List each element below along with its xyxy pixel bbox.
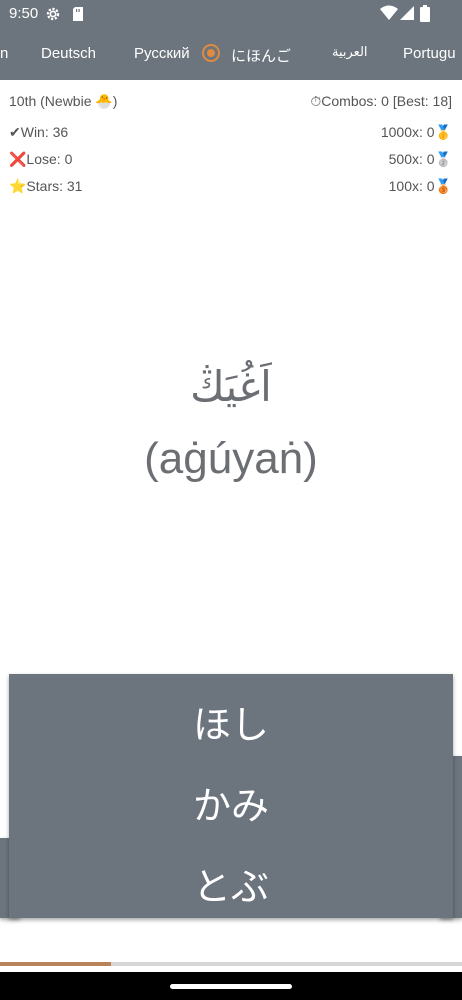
lose-count: ❌Lose: 0	[9, 151, 73, 167]
signal-icon	[400, 5, 415, 25]
stars-count: ⭐Stars: 31	[9, 178, 83, 194]
sd-card-icon	[72, 6, 84, 26]
status-bar: 9:50	[0, 0, 462, 28]
answer-card: ほし かみ とぶ	[9, 674, 453, 918]
system-nav-bar	[0, 972, 462, 1000]
status-time: 9:50	[9, 5, 39, 22]
tab-portuguese[interactable]: Portugu	[403, 45, 456, 62]
tab-russian[interactable]: Русский	[134, 45, 190, 62]
answer-option-3[interactable]: とぶ	[9, 856, 453, 911]
medal-gold-count: 1000x: 0🥇	[380, 124, 452, 140]
progress-bar	[0, 962, 462, 966]
wifi-icon	[380, 5, 398, 25]
tab-partial-left[interactable]: n	[0, 45, 8, 62]
question-word-arabic: اَغُيَڭ	[190, 362, 272, 411]
answer-option-1[interactable]: ほし	[9, 694, 453, 749]
medal-bronze-count: 100x: 0🥉	[388, 178, 452, 194]
medal-silver-count: 500x: 0🥈	[388, 151, 452, 167]
tab-arabic[interactable]: العربية	[332, 44, 368, 60]
rank-label: 10th (Newbie 🐣)	[9, 93, 118, 109]
question-transliteration: (aġúyaṅ)	[144, 434, 318, 483]
win-count: ✔Win: 36	[9, 124, 69, 140]
tab-japanese[interactable]: にほんご	[231, 45, 291, 66]
gear-icon	[45, 6, 61, 26]
combos-label: ⏱Combos: 0 [Best: 18]	[310, 93, 452, 109]
answer-option-2[interactable]: かみ	[9, 775, 453, 830]
home-handle[interactable]	[170, 984, 292, 989]
battery-icon	[420, 5, 430, 26]
language-tabbar: n Deutsch Русский にほんご العربية Portugu	[0, 28, 462, 80]
selected-radio-icon[interactable]	[202, 44, 220, 62]
progress-fill	[0, 962, 111, 966]
tab-deutsch[interactable]: Deutsch	[41, 45, 96, 62]
